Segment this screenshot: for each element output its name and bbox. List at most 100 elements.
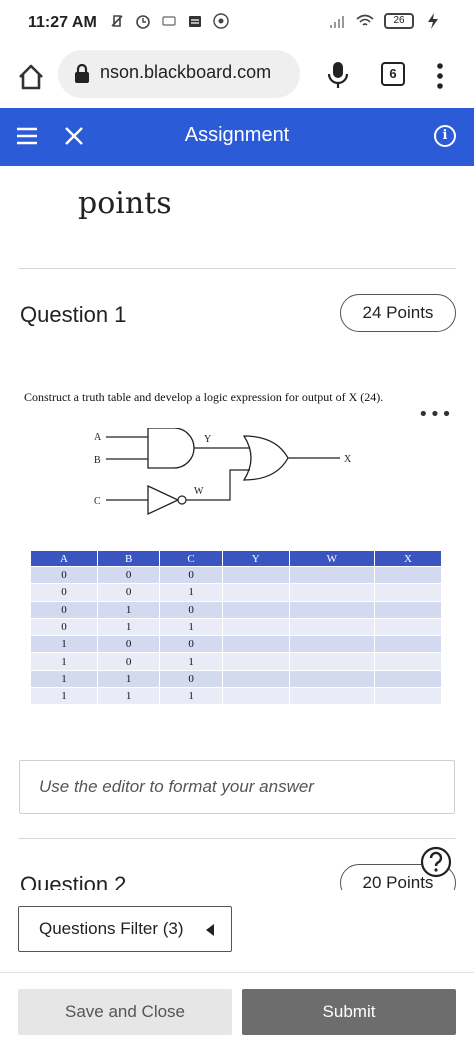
vpn-icon <box>213 13 229 29</box>
address-bar[interactable]: nson.blackboard.com <box>58 50 300 98</box>
truth-table-cell: 0 <box>30 600 98 619</box>
truth-table-header-row: A B C Y W X <box>30 550 443 567</box>
truth-table-cell <box>221 565 290 585</box>
or-gate <box>242 435 289 481</box>
status-icons-right: 26 <box>328 12 442 30</box>
truth-table-row: 010 <box>30 600 443 619</box>
help-icon[interactable] <box>420 846 452 878</box>
divider <box>18 838 456 839</box>
truth-table-row: 110 <box>30 669 443 689</box>
circuit-label-w: W <box>194 486 204 497</box>
lock-icon <box>75 64 89 83</box>
assignment-content[interactable]: points Question 1 24 Points Construct a … <box>0 166 474 906</box>
wifi-icon <box>356 14 374 26</box>
truth-table-cell: 0 <box>96 652 161 671</box>
truth-table-cell <box>373 600 443 619</box>
circuit-input-c: C <box>94 496 101 507</box>
truth-table-cell <box>373 635 443 654</box>
truth-table-row: 111 <box>30 687 443 706</box>
truth-table: A B C Y W X 000001010011100101110111 <box>30 550 443 706</box>
truth-table-cell <box>288 687 375 706</box>
truth-table-cell <box>288 583 375 602</box>
truth-table-cell: 1 <box>96 600 161 619</box>
not-gate <box>147 484 180 516</box>
answer-placeholder: Use the editor to format your answer <box>39 777 314 796</box>
truth-table-cell <box>373 583 443 602</box>
col-header-c: C <box>159 550 223 567</box>
truth-table-cell: 0 <box>159 600 223 619</box>
col-header-x: X <box>373 550 443 567</box>
truth-table-row: 101 <box>30 652 443 671</box>
truth-table-cell: 0 <box>159 565 223 585</box>
more-vert-icon[interactable] <box>432 62 448 90</box>
battery-icon: 26 <box>384 13 414 29</box>
truth-table-cell: 1 <box>30 687 98 706</box>
col-header-w: W <box>288 550 375 567</box>
truth-table-row: 001 <box>30 583 443 602</box>
status-bar: 11:27 AM 26 <box>0 0 474 50</box>
signal-icon <box>330 16 344 28</box>
truth-table-cell: 0 <box>159 635 223 654</box>
info-icon[interactable]: i <box>434 125 456 147</box>
truth-table-cell <box>288 669 375 689</box>
circuit-label-y: Y <box>204 434 211 445</box>
truth-table-cell <box>221 652 290 671</box>
caret-left-icon <box>206 924 214 936</box>
truth-table-cell <box>221 617 290 637</box>
truth-table-cell: 0 <box>96 565 161 585</box>
logic-circuit-diagram: A B Y X C W <box>94 428 352 516</box>
more-options-button[interactable]: ••• <box>418 406 453 424</box>
footer-actions: Questions Filter (3) Save and Close Subm… <box>0 890 474 1053</box>
answer-editor[interactable]: Use the editor to format your answer <box>19 760 455 814</box>
question-1-prompt: Construct a truth table and develop a lo… <box>24 390 384 404</box>
truth-table-cell: 1 <box>159 617 223 637</box>
truth-table-cell: 1 <box>159 687 223 706</box>
truth-table-cell: 0 <box>96 583 161 602</box>
truth-table-cell: 1 <box>30 635 98 654</box>
save-and-close-button[interactable]: Save and Close <box>18 989 232 1035</box>
charging-icon <box>428 13 438 29</box>
circuit-input-b: B <box>94 455 101 466</box>
truth-table-cell <box>373 617 443 637</box>
truth-table-cell <box>288 600 375 619</box>
and-gate <box>147 428 195 469</box>
truth-table-cell: 1 <box>30 669 98 689</box>
microphone-icon[interactable] <box>326 60 350 90</box>
vibrate-off-icon <box>111 15 123 27</box>
truth-table-cell: 0 <box>159 669 223 689</box>
truth-table-cell: 1 <box>96 687 161 706</box>
truth-table-cell: 0 <box>96 635 161 654</box>
truth-table-cell <box>373 565 443 585</box>
tab-switcher-button[interactable]: 6 <box>381 62 405 86</box>
circuit-output-x: X <box>344 454 352 465</box>
truth-table-cell <box>221 635 290 654</box>
divider <box>18 268 456 269</box>
truth-table-cell: 1 <box>159 583 223 602</box>
truth-table-cell <box>288 617 375 637</box>
truth-table-cell <box>373 652 443 671</box>
question-1-points-badge: 24 Points <box>340 294 456 332</box>
col-header-a: A <box>30 550 98 567</box>
questions-filter-button[interactable]: Questions Filter (3) <box>18 906 232 952</box>
truth-table-cell: 0 <box>30 617 98 637</box>
truth-table-cell <box>221 583 290 602</box>
message-icon <box>162 16 176 26</box>
alarm-icon <box>136 15 150 29</box>
notes-icon <box>189 16 201 27</box>
truth-table-cell <box>221 687 290 706</box>
questions-filter-label: Questions Filter (3) <box>39 919 184 938</box>
submit-button[interactable]: Submit <box>242 989 456 1035</box>
home-icon[interactable] <box>16 62 46 92</box>
col-header-b: B <box>96 550 161 567</box>
url-text: nson.blackboard.com <box>100 62 272 82</box>
truth-table-body: 000001010011100101110111 <box>30 565 443 706</box>
status-icons-left <box>108 12 230 30</box>
truth-table-cell <box>288 565 375 585</box>
truth-table-cell: 0 <box>30 565 98 585</box>
truth-table-row: 000 <box>30 565 443 585</box>
truth-table-cell: 1 <box>30 652 98 671</box>
app-header: Assignment i <box>0 108 474 166</box>
circuit-input-a: A <box>94 432 102 443</box>
status-time: 11:27 AM <box>28 14 97 31</box>
truth-table-cell: 0 <box>30 583 98 602</box>
